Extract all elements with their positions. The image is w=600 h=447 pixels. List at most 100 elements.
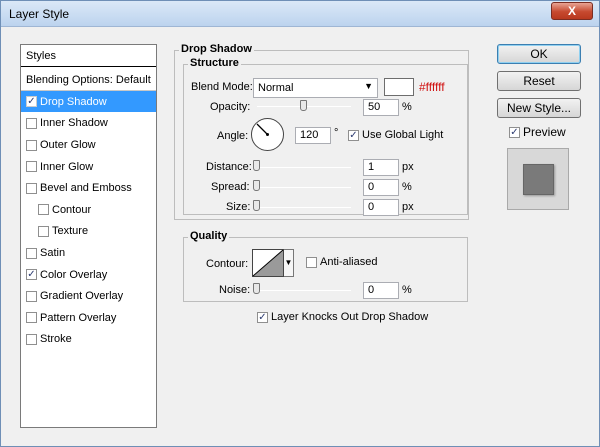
spread-input[interactable]: 0 bbox=[363, 179, 399, 196]
spread-slider-track[interactable] bbox=[257, 187, 351, 188]
style-item-label: Texture bbox=[52, 225, 89, 238]
style-item-inner-shadow[interactable]: Inner Shadow bbox=[21, 112, 156, 134]
style-item-contour[interactable]: Contour bbox=[21, 199, 156, 221]
contour-dropdown-button[interactable]: ▼ bbox=[284, 249, 294, 277]
style-item-label: Gradient Overlay bbox=[40, 290, 124, 303]
new-style-button[interactable]: New Style... bbox=[497, 98, 581, 118]
style-checkbox-color-overlay[interactable]: ✓ bbox=[26, 269, 37, 281]
angle-input[interactable]: 120 bbox=[295, 127, 331, 144]
style-checkbox-pattern-overlay[interactable] bbox=[26, 312, 37, 324]
contour-label: Contour: bbox=[206, 258, 249, 270]
size-slider-thumb[interactable] bbox=[253, 200, 260, 211]
spread-slider-thumb[interactable] bbox=[253, 180, 260, 191]
chevron-down-icon: ▼ bbox=[284, 258, 293, 267]
style-checkbox-gradient-overlay[interactable] bbox=[26, 290, 37, 302]
style-item-bevel-and-emboss[interactable]: Bevel and Emboss bbox=[21, 177, 156, 199]
style-item-drop-shadow[interactable]: ✓ Drop Shadow bbox=[21, 90, 156, 113]
contour-picker[interactable] bbox=[252, 249, 284, 277]
blending-options-item[interactable]: Blending Options: Default bbox=[21, 69, 156, 91]
drop-shadow-title: Drop Shadow bbox=[179, 43, 254, 55]
style-checkbox-inner-glow[interactable] bbox=[26, 161, 37, 173]
size-slider-track[interactable] bbox=[257, 207, 351, 208]
noise-unit: % bbox=[402, 284, 412, 296]
contour-curve-icon bbox=[252, 249, 284, 277]
style-item-outer-glow[interactable]: Outer Glow bbox=[21, 134, 156, 156]
noise-label: Noise: bbox=[219, 284, 251, 296]
styles-header[interactable]: Styles bbox=[21, 45, 156, 67]
style-item-label: Satin bbox=[40, 247, 66, 260]
ok-button[interactable]: OK bbox=[497, 44, 581, 64]
angle-dial[interactable] bbox=[251, 118, 284, 151]
close-button[interactable]: X bbox=[551, 2, 593, 20]
distance-label: Distance: bbox=[206, 161, 252, 173]
shadow-color-swatch[interactable] bbox=[384, 78, 414, 96]
style-item-texture[interactable]: Texture bbox=[21, 220, 156, 242]
distance-slider-thumb[interactable] bbox=[253, 160, 260, 171]
chevron-down-icon: ▼ bbox=[364, 81, 373, 91]
layer-knocks-out-check: ✓ bbox=[257, 311, 268, 323]
opacity-label: Opacity: bbox=[210, 101, 251, 113]
blend-mode-label: Blend Mode: bbox=[191, 81, 253, 93]
style-checkbox-inner-shadow[interactable] bbox=[26, 117, 37, 129]
style-item-label: Inner Glow bbox=[40, 160, 94, 173]
anti-aliased-checkbox[interactable]: Anti-aliased bbox=[306, 256, 377, 268]
layer-style-dialog: Layer Style X Styles Blending Options: D… bbox=[0, 0, 600, 447]
distance-unit: px bbox=[402, 161, 414, 173]
style-item-satin[interactable]: Satin bbox=[21, 242, 156, 264]
color-hex-label: #ffffff bbox=[419, 80, 445, 94]
style-checkbox-drop-shadow[interactable]: ✓ bbox=[26, 96, 37, 108]
use-global-light-label: Use Global Light bbox=[362, 129, 444, 141]
noise-slider-track[interactable] bbox=[257, 290, 351, 291]
angle-label: Angle: bbox=[217, 130, 249, 142]
style-item-label: Pattern Overlay bbox=[40, 311, 117, 324]
reset-button[interactable]: Reset bbox=[497, 71, 581, 91]
style-item-inner-glow[interactable]: Inner Glow bbox=[21, 155, 156, 177]
style-item-label: Color Overlay bbox=[40, 268, 108, 281]
anti-aliased-label: Anti-aliased bbox=[320, 256, 378, 268]
close-icon: X bbox=[567, 4, 576, 18]
style-preview bbox=[507, 148, 569, 210]
style-checkbox-satin[interactable] bbox=[26, 247, 37, 259]
distance-slider-track[interactable] bbox=[257, 167, 351, 168]
style-checkbox-contour[interactable] bbox=[38, 204, 49, 216]
style-item-label: Inner Shadow bbox=[40, 117, 108, 130]
style-item-gradient-overlay[interactable]: Gradient Overlay bbox=[21, 285, 156, 307]
preview-swatch bbox=[523, 164, 554, 195]
distance-input[interactable]: 1 bbox=[363, 159, 399, 176]
style-checkbox-stroke[interactable] bbox=[26, 333, 37, 345]
size-label: Size: bbox=[226, 201, 251, 213]
window-title: Layer Style bbox=[9, 7, 70, 21]
use-global-light-checkbox[interactable]: ✓ Use Global Light bbox=[348, 129, 443, 141]
preview-label: Preview bbox=[523, 125, 566, 139]
spread-label: Spread: bbox=[211, 181, 250, 193]
style-item-label: Bevel and Emboss bbox=[40, 182, 132, 195]
angle-unit: ° bbox=[334, 127, 339, 139]
style-item-pattern-overlay[interactable]: Pattern Overlay bbox=[21, 307, 156, 329]
opacity-input[interactable]: 50 bbox=[363, 99, 399, 116]
size-unit: px bbox=[402, 201, 414, 213]
style-item-stroke[interactable]: Stroke bbox=[21, 328, 156, 350]
style-item-color-overlay[interactable]: ✓ Color Overlay bbox=[21, 263, 156, 285]
title-bar[interactable]: Layer Style X bbox=[1, 1, 599, 27]
opacity-unit: % bbox=[402, 101, 412, 113]
style-item-label: Stroke bbox=[40, 333, 72, 346]
layer-knocks-out-checkbox[interactable]: ✓ Layer Knocks Out Drop Shadow bbox=[257, 311, 428, 323]
noise-input[interactable]: 0 bbox=[363, 282, 399, 299]
style-item-label: Drop Shadow bbox=[40, 95, 107, 108]
size-input[interactable]: 0 bbox=[363, 199, 399, 216]
styles-list: Styles Blending Options: Default ✓ Drop S… bbox=[20, 44, 157, 428]
anti-aliased-check bbox=[306, 256, 317, 268]
style-item-label: Outer Glow bbox=[40, 139, 96, 152]
blending-options-label: Blending Options: Default bbox=[26, 73, 151, 86]
quality-title: Quality bbox=[188, 230, 230, 242]
style-checkbox-outer-glow[interactable] bbox=[26, 139, 37, 151]
blend-mode-select[interactable]: Normal ▼ bbox=[253, 78, 378, 98]
layer-knocks-out-label: Layer Knocks Out Drop Shadow bbox=[271, 311, 429, 323]
style-checkbox-bevel-and-emboss[interactable] bbox=[26, 182, 37, 194]
style-checkbox-texture[interactable] bbox=[38, 225, 49, 237]
opacity-slider-thumb[interactable] bbox=[300, 100, 307, 111]
preview-checkbox[interactable]: ✓ Preview bbox=[509, 125, 566, 139]
noise-slider-thumb[interactable] bbox=[253, 283, 260, 294]
angle-needle-icon bbox=[256, 123, 269, 136]
style-item-label: Contour bbox=[52, 203, 92, 216]
